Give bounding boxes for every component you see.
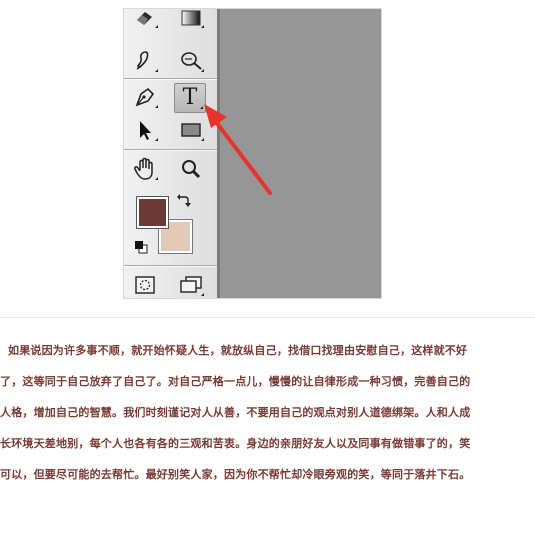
article-line: 如果说因为许多事不顺，就开始怀疑人生，就放纵自己，找借口找理由安慰自己，这样就不…	[8, 344, 468, 357]
article-line: 可以，但要尽可能的去帮忙。最好别笑人家，因为你不帮忙却冷眼旁观的笑，等同于落井下…	[0, 468, 471, 481]
type-tool[interactable]: T	[174, 83, 206, 113]
document-canvas[interactable]	[217, 9, 381, 298]
hand-tool[interactable]	[130, 155, 160, 183]
gradient-icon	[181, 10, 201, 26]
swap-colors-button[interactable]	[172, 191, 196, 211]
gradient-tool[interactable]	[176, 9, 206, 31]
path-selection-tool[interactable]	[130, 116, 160, 144]
zoom-icon	[182, 160, 201, 179]
foreground-color-swatch[interactable]	[136, 196, 169, 229]
type-icon: T	[182, 85, 198, 110]
tools-panel: T	[124, 9, 218, 298]
eraser-icon	[137, 12, 152, 25]
section-divider	[0, 317, 535, 318]
article-line: 了，这等同于自己放弃了自己了。对自己严格一点儿，慢慢的让自律形成一种习惯，完善自…	[0, 375, 471, 388]
article-line: 人格，增加自己的智慧。我们时刻谨记对人从善，不要用自己的观点对别人道德绑架。人和…	[0, 406, 471, 419]
screen-mode-icon	[180, 276, 202, 293]
article-text: 如果说因为许多事不顺，就开始怀疑人生，就放纵自己，找借口找理由安慰自己，这样就不…	[0, 343, 535, 498]
zoom-tool[interactable]	[176, 155, 206, 183]
pen-icon	[135, 87, 155, 107]
default-colors-icon	[135, 241, 148, 254]
article-line: 长环境天差地别，每个人也各有各的三观和苦衷。身边的亲朋好友人以及同事有做错事了的…	[0, 437, 471, 450]
blur-tool[interactable]	[130, 47, 160, 75]
tool-group-separator	[124, 78, 217, 80]
rectangle-tool[interactable]	[176, 116, 206, 144]
photoshop-screenshot: T	[123, 8, 382, 299]
quick-mask-button[interactable]	[130, 271, 160, 298]
tool-group-separator	[124, 149, 217, 151]
swap-colors-icon	[177, 194, 191, 207]
rectangle-shape-icon	[181, 123, 201, 137]
move-selection-icon	[140, 121, 151, 140]
tool-group-separator	[124, 265, 217, 267]
eraser-tool[interactable]	[130, 9, 160, 31]
blur-icon	[136, 51, 149, 70]
dodge-tool[interactable]	[176, 47, 206, 75]
default-colors-button[interactable]	[131, 237, 151, 257]
pen-tool[interactable]	[130, 83, 160, 111]
quick-mask-icon	[135, 276, 155, 294]
screen-mode-button[interactable]	[176, 271, 206, 298]
